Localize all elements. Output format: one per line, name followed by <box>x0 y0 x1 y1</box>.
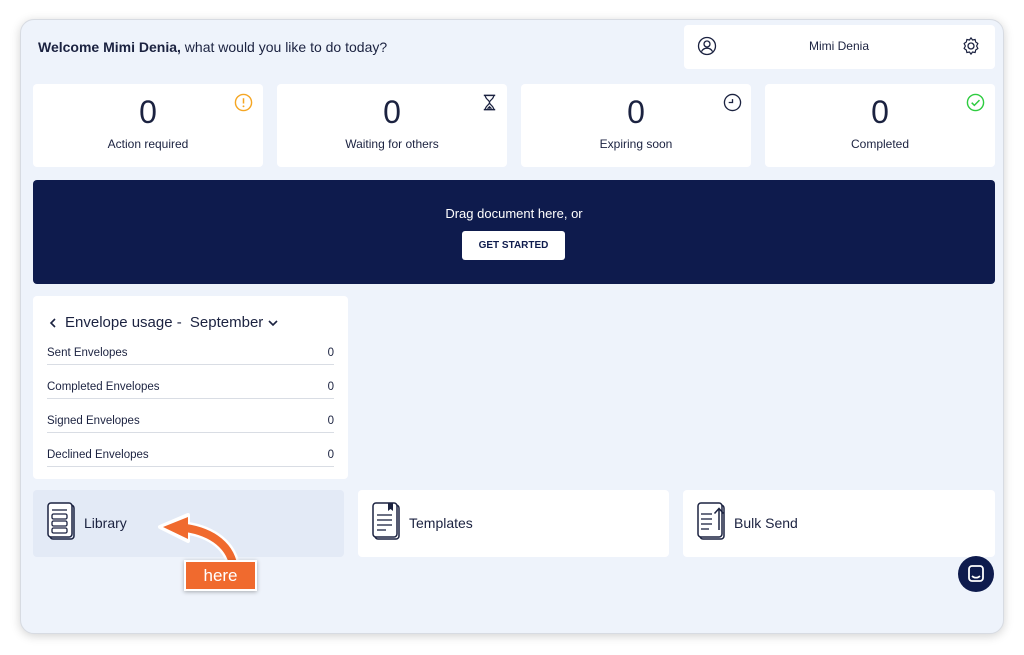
envelope-usage-panel: Envelope usage - September Sent Envelope… <box>33 296 348 479</box>
library-icon <box>47 502 75 540</box>
gear-icon[interactable] <box>961 36 981 56</box>
document-dropzone[interactable]: Drag document here, or GET STARTED <box>33 180 995 284</box>
stat-card-expiring[interactable]: 0 Expiring soon <box>521 84 751 167</box>
usage-row-label: Sent Envelopes <box>47 347 128 359</box>
usage-row-signed: Signed Envelopes 0 <box>47 411 334 433</box>
stat-label: Action required <box>107 137 189 151</box>
stat-value: 0 <box>383 94 401 130</box>
usage-row-declined: Declined Envelopes 0 <box>47 445 334 467</box>
usage-row-label: Declined Envelopes <box>47 449 149 461</box>
clock-icon <box>723 93 742 112</box>
alert-circle-icon <box>234 93 253 112</box>
hourglass-icon <box>483 94 496 111</box>
user-menu[interactable]: Mimi Denia <box>684 25 995 69</box>
chevron-left-icon[interactable] <box>47 317 59 329</box>
usage-row-value: 0 <box>327 415 334 427</box>
chevron-down-icon[interactable] <box>267 317 279 329</box>
chat-icon <box>968 565 984 582</box>
bulk-send-icon <box>697 502 725 540</box>
check-circle-icon <box>966 93 985 112</box>
welcome-question: what would you like to do today? <box>180 39 388 55</box>
stat-card-completed[interactable]: 0 Completed <box>765 84 995 167</box>
usage-month-select[interactable]: September <box>190 314 263 331</box>
tile-label: Bulk Send <box>734 515 798 531</box>
stat-label: Waiting for others <box>345 137 439 151</box>
app-window: Welcome Mimi Denia, what would you like … <box>20 19 1004 634</box>
chat-button[interactable] <box>958 556 994 592</box>
stat-value: 0 <box>139 94 157 130</box>
stat-card-waiting[interactable]: 0 Waiting for others <box>277 84 507 167</box>
stat-card-action-required[interactable]: 0 Action required <box>33 84 263 167</box>
usage-row-label: Signed Envelopes <box>47 415 140 427</box>
template-icon <box>372 502 400 540</box>
user-name: Mimi Denia <box>808 39 869 53</box>
usage-row-completed: Completed Envelopes 0 <box>47 377 334 399</box>
get-started-button[interactable]: GET STARTED <box>462 231 565 260</box>
welcome-message: Welcome Mimi Denia, what would you like … <box>38 39 387 55</box>
usage-header: Envelope usage - September <box>47 314 279 331</box>
usage-row-value: 0 <box>327 347 334 359</box>
welcome-name: Welcome Mimi Denia, <box>38 39 181 55</box>
templates-tile[interactable]: Templates <box>358 490 669 557</box>
usage-row-sent: Sent Envelopes 0 <box>47 343 334 365</box>
bulk-send-tile[interactable]: Bulk Send <box>683 490 995 557</box>
tile-label: Library <box>84 515 127 531</box>
user-circle-icon[interactable] <box>697 36 717 56</box>
usage-row-value: 0 <box>327 449 334 461</box>
usage-row-label: Completed Envelopes <box>47 381 160 393</box>
stat-value: 0 <box>627 94 645 130</box>
stat-label: Completed <box>850 137 910 151</box>
tile-label: Templates <box>409 515 473 531</box>
usage-row-value: 0 <box>327 381 334 393</box>
stat-value: 0 <box>871 94 889 130</box>
usage-title: Envelope usage - <box>65 314 186 331</box>
annotation-label: here <box>184 560 257 591</box>
stat-label: Expiring soon <box>599 137 673 151</box>
dropzone-text: Drag document here, or <box>445 206 583 221</box>
